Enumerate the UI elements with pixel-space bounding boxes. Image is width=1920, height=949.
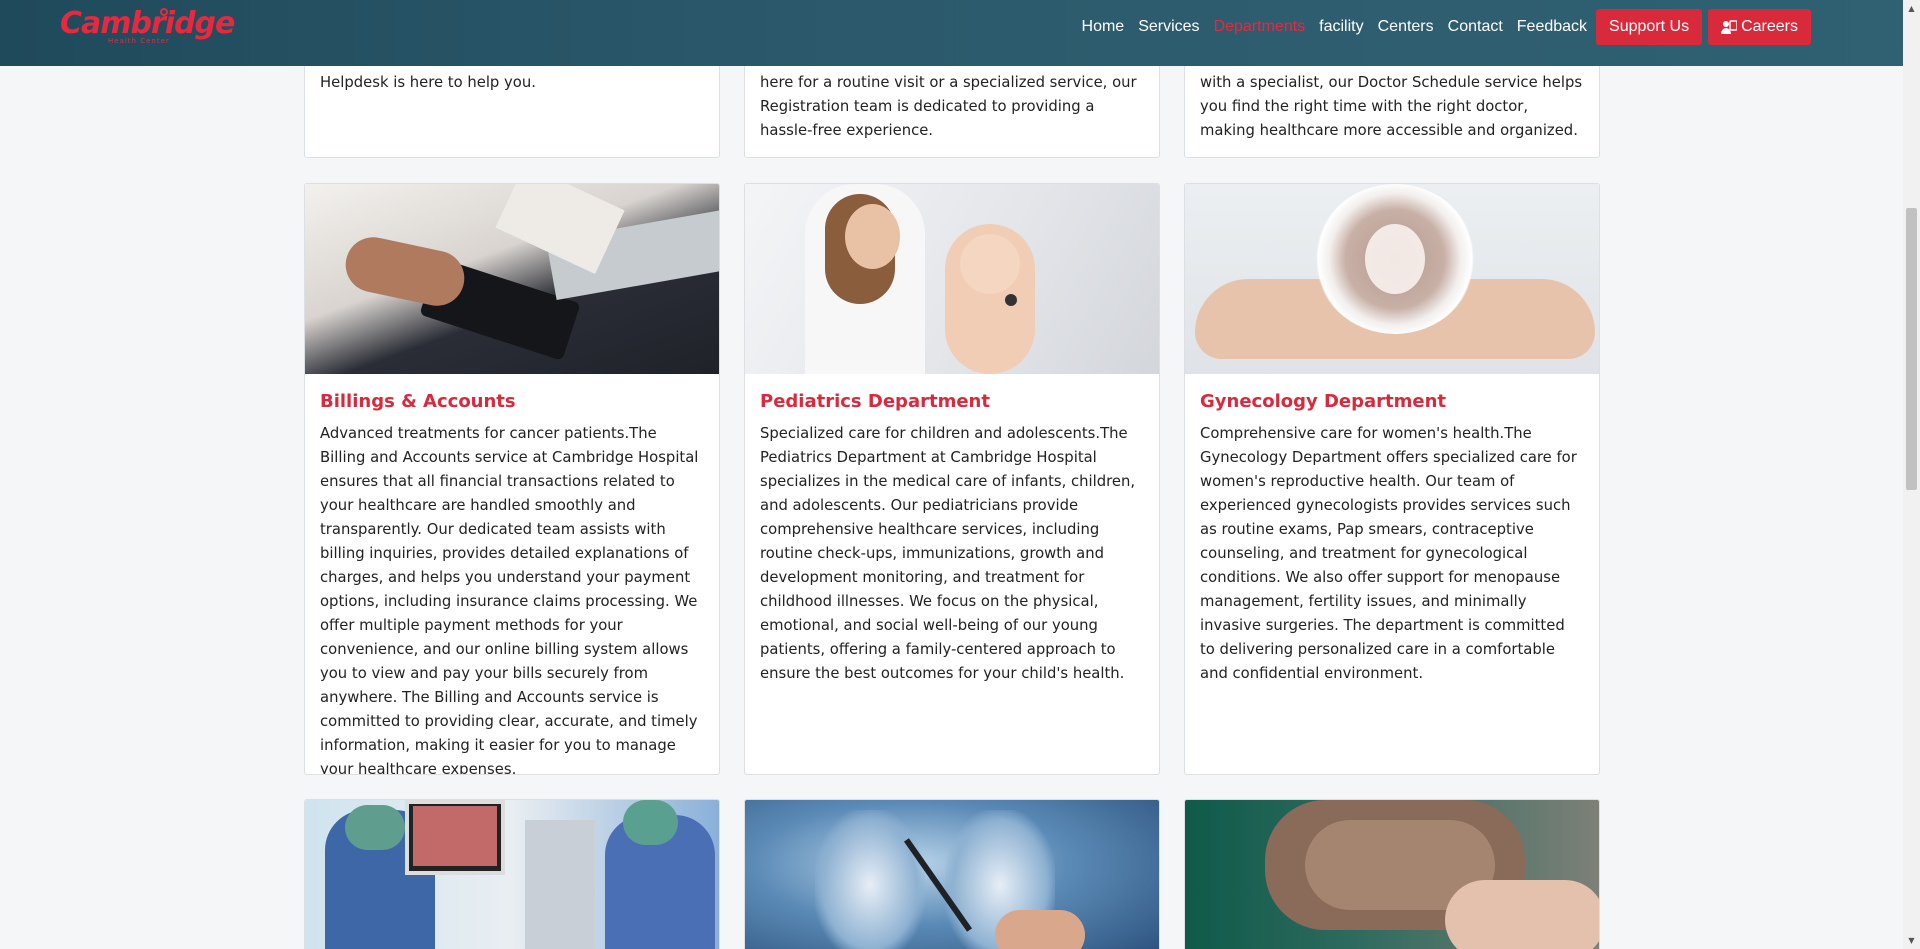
endoscopy-procedure-image	[305, 800, 719, 949]
helpdesk-card: Helpdesk is here to help you.	[304, 50, 720, 158]
nav-facility[interactable]: facility	[1312, 9, 1370, 45]
billing-card-text: Advanced treatments for cancer patients.…	[320, 425, 699, 775]
nav-services[interactable]: Services	[1131, 9, 1206, 45]
top-navbar: Cambridge Health Center Home Services De…	[0, 0, 1903, 66]
registration-card-text: here for a routine visit or a specialize…	[760, 74, 1137, 139]
nav-home[interactable]: Home	[1075, 9, 1132, 45]
logo-heart-icon	[160, 8, 168, 16]
geriatrics-card[interactable]	[1184, 799, 1600, 949]
page-scrollbar[interactable]: ▲ ▼	[1903, 0, 1920, 949]
nav-departments[interactable]: Departments	[1207, 9, 1313, 45]
billing-card-title[interactable]: Billings & Accounts	[320, 390, 704, 414]
gynecology-card-title[interactable]: Gynecology Department	[1200, 390, 1584, 414]
doctor-schedule-card-text: with a specialist, our Doctor Schedule s…	[1200, 74, 1583, 139]
gynecology-card[interactable]: Gynecology Department Comprehensive care…	[1184, 183, 1600, 775]
doctor-schedule-card: with a specialist, our Doctor Schedule s…	[1184, 50, 1600, 158]
nav-centers[interactable]: Centers	[1371, 9, 1441, 45]
scroll-up-arrow-icon[interactable]: ▲	[1903, 0, 1920, 17]
support-us-button[interactable]: Support Us	[1596, 9, 1703, 45]
endoscopy-card[interactable]	[304, 799, 720, 949]
helpdesk-card-text: Helpdesk is here to help you.	[320, 74, 536, 91]
main-nav: Home Services Departments facility Cente…	[1075, 9, 1811, 45]
gynecology-card-text: Comprehensive care for women's health.Th…	[1200, 425, 1577, 682]
pediatrics-card-text: Specialized care for children and adoles…	[760, 425, 1136, 682]
radiology-card[interactable]	[744, 799, 1160, 949]
billing-calculator-image	[305, 184, 719, 374]
careers-button[interactable]: Careers	[1708, 9, 1811, 45]
support-us-label: Support Us	[1609, 18, 1690, 35]
hands-embryo-image	[1185, 184, 1599, 374]
registration-card: here for a routine visit or a specialize…	[744, 50, 1160, 158]
careers-icon	[1721, 20, 1738, 34]
pediatrics-card[interactable]: Pediatrics Department Specialized care f…	[744, 183, 1160, 775]
scroll-down-arrow-icon[interactable]: ▼	[1903, 932, 1920, 949]
nav-feedback[interactable]: Feedback	[1510, 9, 1594, 45]
billing-card[interactable]: Billings & Accounts Advanced treatments …	[304, 183, 720, 775]
brand-name: Cambridge	[60, 6, 235, 41]
chest-xray-image	[745, 800, 1159, 949]
pediatrician-baby-image	[745, 184, 1159, 374]
elderly-hands-image	[1185, 800, 1599, 949]
brand-logo[interactable]: Cambridge Health Center	[60, 4, 235, 48]
pediatrics-card-title[interactable]: Pediatrics Department	[760, 390, 1144, 414]
nav-contact[interactable]: Contact	[1441, 9, 1510, 45]
careers-label: Careers	[1741, 18, 1798, 35]
scrollbar-thumb[interactable]	[1906, 208, 1917, 490]
brand-tagline: Health Center	[108, 37, 170, 45]
